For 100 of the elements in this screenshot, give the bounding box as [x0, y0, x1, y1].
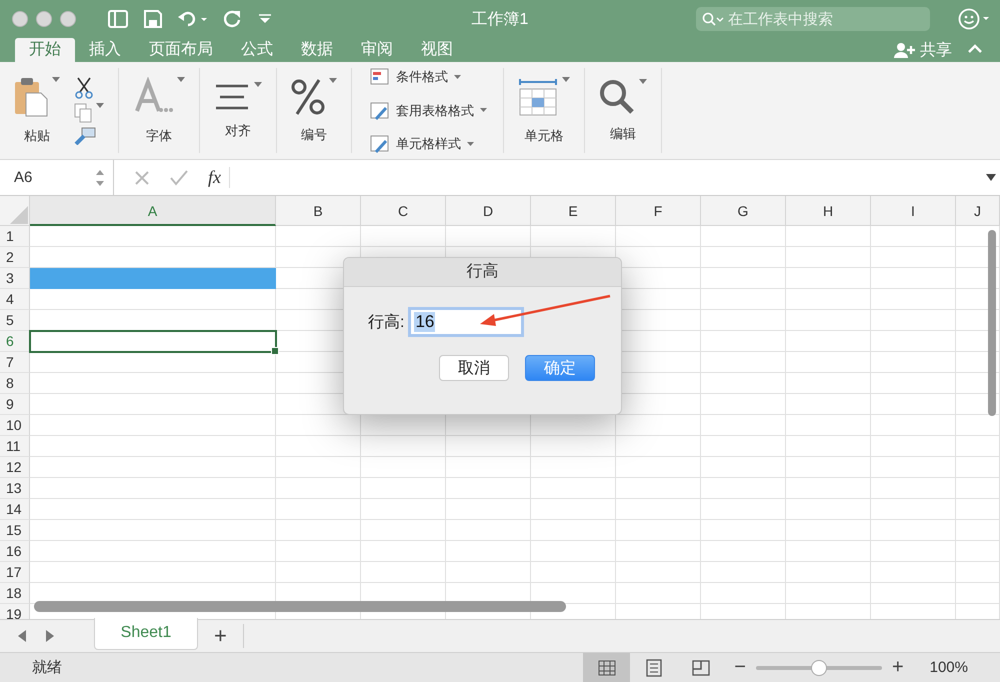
normal-view-button[interactable]: [583, 653, 630, 682]
page-icon: [646, 658, 662, 676]
ribbon-group-label[interactable]: 对齐: [225, 122, 251, 140]
close-button[interactable]: [12, 11, 28, 27]
ribbon-group-label[interactable]: 单元格: [524, 126, 564, 144]
row-header[interactable]: 13: [0, 478, 30, 499]
caret-icon[interactable]: [254, 82, 262, 88]
sheet-tab[interactable]: Sheet1: [94, 618, 198, 650]
window-title: 工作簿1: [470, 10, 530, 30]
row-header[interactable]: 10: [0, 415, 30, 436]
format-painter-icon[interactable]: [74, 126, 96, 144]
row-header[interactable]: 9: [0, 394, 30, 415]
caret-icon[interactable]: [96, 102, 104, 108]
active-cell[interactable]: [29, 330, 277, 353]
cells-icon[interactable]: [518, 76, 558, 116]
cancel-icon[interactable]: [134, 170, 150, 186]
caret-icon: [480, 108, 487, 113]
caret-icon[interactable]: [562, 76, 570, 82]
conditional-format-icon: [370, 68, 390, 86]
caret-icon[interactable]: [177, 76, 185, 82]
expand-caret-icon[interactable]: [986, 174, 996, 182]
zoom-slider-thumb[interactable]: [810, 660, 827, 676]
grid-icon: [598, 660, 616, 676]
row-header[interactable]: 7: [0, 352, 30, 373]
row-header[interactable]: 15: [0, 520, 30, 541]
percent-icon[interactable]: [291, 78, 325, 116]
row-header[interactable]: 8: [0, 373, 30, 394]
row-header[interactable]: 11: [0, 436, 30, 457]
collapse-ribbon-icon[interactable]: [968, 44, 982, 54]
search-icon: [702, 12, 724, 26]
column-header[interactable]: G: [701, 196, 786, 226]
search-icon[interactable]: [599, 78, 635, 114]
style-menu-button[interactable]: 单元格样式: [370, 135, 474, 153]
row-header[interactable]: 17: [0, 562, 30, 583]
dialog-title: 行高: [344, 258, 621, 287]
ribbon-group-label[interactable]: 编辑: [610, 124, 636, 142]
ribbon-group-label[interactable]: 编号: [301, 126, 327, 144]
row-height-field[interactable]: 16: [408, 307, 524, 337]
column-header[interactable]: J: [956, 196, 1000, 226]
vertical-scrollbar[interactable]: [988, 230, 996, 416]
smiley-icon[interactable]: [958, 8, 992, 30]
name-box[interactable]: A6: [0, 160, 114, 195]
sidebar-icon[interactable]: [108, 10, 128, 28]
save-icon[interactable]: [144, 10, 162, 28]
check-icon[interactable]: [170, 170, 188, 186]
status-text: 就绪: [31, 658, 62, 677]
table-brush-icon: [370, 102, 390, 120]
clipboard-icon[interactable]: [14, 76, 48, 116]
zoom-level: 100%: [928, 659, 969, 676]
row-header[interactable]: 19: [0, 604, 30, 619]
caret-icon[interactable]: [52, 76, 60, 82]
caret-icon[interactable]: [329, 78, 337, 84]
add-sheet-button[interactable]: +: [198, 624, 244, 648]
undo-icon[interactable]: [178, 10, 208, 28]
function-button[interactable]: fx: [208, 167, 230, 188]
table-brush-icon: [370, 135, 390, 153]
row-header[interactable]: 16: [0, 541, 30, 562]
caret-icon: [467, 142, 474, 146]
row-header[interactable]: 18: [0, 583, 30, 604]
row-header[interactable]: 12: [0, 457, 30, 478]
ribbon-group-label[interactable]: 字体: [146, 126, 172, 144]
ribbon-tab[interactable]: 开始: [15, 38, 75, 62]
row-header[interactable]: 3: [0, 268, 30, 289]
column-header[interactable]: B: [276, 196, 361, 226]
row-header[interactable]: 14: [0, 499, 30, 520]
row-header[interactable]: 1: [0, 226, 30, 247]
column-header[interactable]: A: [30, 196, 276, 226]
column-header[interactable]: E: [531, 196, 616, 226]
scissors-icon[interactable]: [74, 76, 94, 98]
style-menu-button[interactable]: 条件格式: [370, 68, 461, 86]
caret-icon[interactable]: [639, 78, 647, 84]
stepper-icon[interactable]: [95, 168, 105, 188]
row-header[interactable]: 6: [0, 331, 30, 352]
redo-icon[interactable]: [224, 10, 242, 28]
paste-label[interactable]: 粘贴: [24, 126, 50, 144]
search-field[interactable]: 在工作表中搜索: [696, 7, 930, 31]
caret-icon: [454, 74, 461, 80]
column-header[interactable]: I: [871, 196, 956, 226]
cancel-button[interactable]: 取消: [439, 355, 509, 381]
zoom-out-button[interactable]: −: [724, 656, 756, 679]
horizontal-scrollbar[interactable]: [34, 601, 566, 612]
page-break-icon: [692, 660, 710, 676]
field-label: 行高:: [368, 312, 404, 332]
column-header[interactable]: H: [786, 196, 871, 226]
next-sheet-icon[interactable]: [44, 629, 56, 643]
zoom-in-button[interactable]: +: [882, 656, 914, 679]
highlighted-cell[interactable]: [30, 268, 276, 289]
add-person-icon: [894, 42, 916, 58]
zoom-button[interactable]: [60, 11, 76, 27]
column-header[interactable]: D: [446, 196, 531, 226]
previous-sheet-icon[interactable]: [16, 629, 28, 643]
row-header[interactable]: 4: [0, 289, 30, 310]
style-menu-button[interactable]: 套用表格格式: [370, 102, 487, 120]
customize-caret-icon[interactable]: [258, 13, 272, 25]
row-header[interactable]: 2: [0, 247, 30, 268]
triangle-icon: [9, 205, 29, 225]
row-header[interactable]: 5: [0, 310, 30, 331]
minimize-button[interactable]: [36, 11, 52, 27]
column-header[interactable]: F: [616, 196, 701, 226]
column-header[interactable]: C: [361, 196, 446, 226]
